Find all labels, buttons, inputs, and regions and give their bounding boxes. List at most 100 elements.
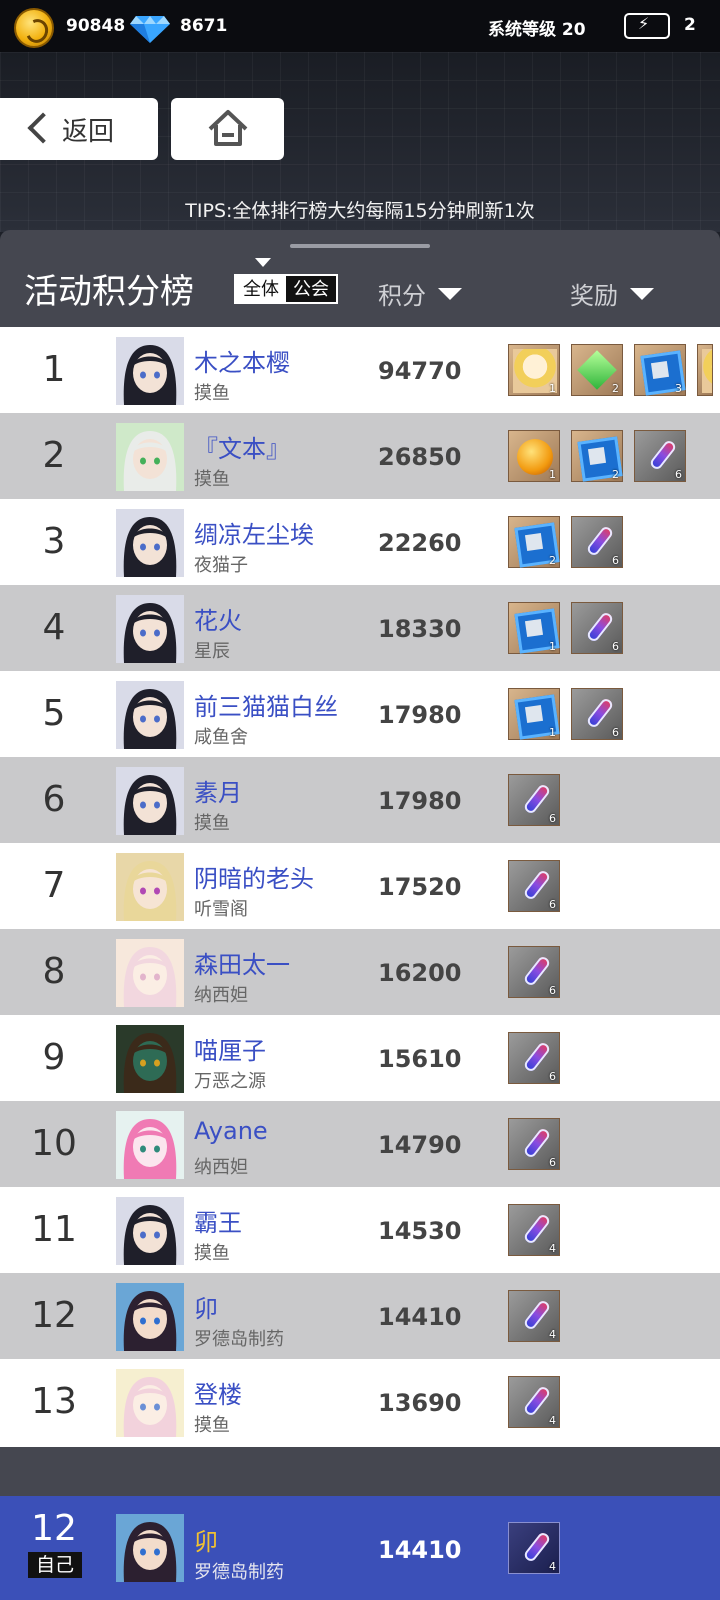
ranking-row[interactable]: 8 森田太一 纳西妲 16200 6 bbox=[0, 929, 720, 1017]
player-name: 木之本樱 bbox=[194, 349, 290, 377]
reward-item-vial[interactable]: 6 bbox=[508, 860, 560, 912]
ranking-row[interactable]: 5 前三猫猫白丝 咸鱼舍 17980 16 bbox=[0, 671, 720, 759]
ranking-row[interactable]: 10 Ayane 纳西妲 14790 6 bbox=[0, 1101, 720, 1189]
player-name: 素月 bbox=[194, 779, 242, 807]
avatar[interactable] bbox=[116, 1369, 184, 1437]
reward-item-box[interactable]: 2 bbox=[508, 516, 560, 568]
guild-name: 纳西妲 bbox=[194, 1157, 248, 1178]
sort-down-icon bbox=[438, 287, 462, 300]
reward-count: 6 bbox=[549, 898, 556, 911]
avatar[interactable] bbox=[116, 509, 184, 577]
guild-name: 摸鱼 bbox=[194, 469, 230, 490]
reward-count: 2 bbox=[612, 468, 619, 481]
player-name: 前三猫猫白丝 bbox=[194, 693, 338, 721]
reward-item-vial[interactable]: 6 bbox=[571, 516, 623, 568]
reward-header-label: 奖励 bbox=[570, 282, 618, 310]
home-button[interactable] bbox=[171, 98, 284, 160]
reward-count: 1 bbox=[549, 726, 556, 739]
coin-icon bbox=[14, 8, 54, 48]
score-value: 15610 bbox=[378, 1045, 462, 1073]
reward-sort-header[interactable]: 奖励 bbox=[570, 276, 654, 311]
scope-guild-option[interactable]: 公会 bbox=[286, 276, 336, 302]
score-value: 13690 bbox=[378, 1389, 462, 1417]
reward-list: 26 bbox=[508, 516, 623, 568]
avatar[interactable] bbox=[116, 1025, 184, 1093]
avatar[interactable] bbox=[116, 1514, 184, 1582]
ranking-row[interactable]: 2 『文本』 摸鱼 26850 1 2 6 bbox=[0, 413, 720, 501]
reward-item-portrait[interactable]: 1 bbox=[508, 344, 560, 396]
avatar[interactable] bbox=[116, 1197, 184, 1265]
ranking-list[interactable]: 1 木之本樱 摸鱼 94770 123 2 『文本』 摸鱼 26850 126 … bbox=[0, 327, 720, 1477]
leaderboard-title: 活动积分榜 bbox=[24, 272, 194, 312]
player-name: 卯 bbox=[194, 1295, 218, 1323]
reward-item-vial[interactable]: 6 bbox=[508, 946, 560, 998]
ranking-row[interactable]: 3 绸凉左尘埃 夜猫子 22260 26 bbox=[0, 499, 720, 587]
reward-item-vial[interactable]: 6 bbox=[508, 1032, 560, 1084]
reward-item-vial[interactable]: 4 bbox=[508, 1522, 560, 1574]
guild-name: 万恶之源 bbox=[194, 1071, 266, 1092]
scope-all-option[interactable]: 全体 bbox=[236, 276, 286, 302]
reward-count: 6 bbox=[612, 554, 619, 567]
reward-item-vial[interactable]: 6 bbox=[571, 602, 623, 654]
reward-item-box[interactable]: 1 bbox=[508, 688, 560, 740]
reward-item-vial[interactable]: 6 bbox=[508, 1118, 560, 1170]
refresh-tip: TIPS:全体排行榜大约每隔15分钟刷新1次 bbox=[185, 200, 535, 222]
reward-item-vial[interactable]: 6 bbox=[571, 688, 623, 740]
avatar[interactable] bbox=[116, 853, 184, 921]
score-value: 22260 bbox=[378, 529, 462, 557]
score-value: 18330 bbox=[378, 615, 462, 643]
score-sort-header[interactable]: 积分 bbox=[378, 276, 462, 311]
reward-item-vial[interactable]: 6 bbox=[634, 430, 686, 482]
avatar[interactable] bbox=[116, 681, 184, 749]
rank-number: 3 bbox=[42, 521, 66, 562]
avatar[interactable] bbox=[116, 767, 184, 835]
reward-count: 6 bbox=[612, 726, 619, 739]
reward-item-box[interactable]: 1 bbox=[508, 602, 560, 654]
ranking-row[interactable]: 4 花火 星辰 18330 16 bbox=[0, 585, 720, 673]
reward-count: 6 bbox=[612, 640, 619, 653]
avatar[interactable] bbox=[116, 939, 184, 1007]
reward-item-box[interactable]: 2 bbox=[571, 430, 623, 482]
avatar[interactable] bbox=[116, 423, 184, 491]
rank-number: 9 bbox=[42, 1037, 66, 1078]
rank-number: 5 bbox=[42, 693, 66, 734]
avatar[interactable] bbox=[116, 337, 184, 405]
back-button[interactable]: 返回 bbox=[0, 98, 158, 160]
ranking-row[interactable]: 11 霸王 摸鱼 14530 4 bbox=[0, 1187, 720, 1275]
self-ranking-row[interactable]: 12 自己 卯 罗德岛制药 14410 4 bbox=[0, 1496, 720, 1600]
ranking-row[interactable]: 9 喵厘子 万恶之源 15610 6 bbox=[0, 1015, 720, 1103]
drag-handle[interactable] bbox=[290, 244, 430, 248]
reward-item-portrait[interactable] bbox=[697, 344, 713, 396]
guild-name: 摸鱼 bbox=[194, 1243, 230, 1264]
avatar[interactable] bbox=[116, 1111, 184, 1179]
reward-item-gem[interactable]: 2 bbox=[571, 344, 623, 396]
reward-list: 1 2 6 bbox=[508, 430, 686, 482]
scope-toggle[interactable]: 全体 公会 bbox=[234, 274, 338, 304]
ranking-row[interactable]: 12 卯 罗德岛制药 14410 4 bbox=[0, 1273, 720, 1361]
ranking-row[interactable]: 1 木之本樱 摸鱼 94770 1 2 3 bbox=[0, 327, 720, 415]
ranking-row[interactable]: 6 素月 摸鱼 17980 6 bbox=[0, 757, 720, 845]
reward-item-orb[interactable]: 1 bbox=[508, 430, 560, 482]
scope-dropdown-arrow-icon[interactable] bbox=[255, 258, 271, 267]
avatar[interactable] bbox=[116, 1283, 184, 1351]
rank-number: 12 bbox=[31, 1508, 77, 1549]
avatar[interactable] bbox=[116, 595, 184, 663]
guild-name: 摸鱼 bbox=[194, 1415, 230, 1436]
rank-number: 7 bbox=[42, 865, 66, 906]
rank-number: 11 bbox=[31, 1209, 77, 1250]
reward-item-vial[interactable]: 4 bbox=[508, 1376, 560, 1428]
reward-count: 2 bbox=[612, 382, 619, 395]
ranking-row[interactable]: 7 阴暗的老头 听雪阁 17520 6 bbox=[0, 843, 720, 931]
coin-count: 90848 bbox=[66, 16, 126, 36]
reward-count: 6 bbox=[549, 812, 556, 825]
reward-item-box[interactable]: 3 bbox=[634, 344, 686, 396]
reward-item-vial[interactable]: 6 bbox=[508, 774, 560, 826]
reward-item-vial[interactable]: 4 bbox=[508, 1204, 560, 1256]
ranking-row[interactable]: 13 登楼 摸鱼 13690 4 bbox=[0, 1359, 720, 1447]
self-tag: 自己 bbox=[28, 1552, 82, 1578]
rank-number: 4 bbox=[42, 607, 66, 648]
reward-list: 1 2 3 bbox=[508, 344, 713, 396]
reward-item-vial[interactable]: 4 bbox=[508, 1290, 560, 1342]
reward-count: 6 bbox=[549, 1156, 556, 1169]
player-name: 森田太一 bbox=[194, 951, 290, 979]
